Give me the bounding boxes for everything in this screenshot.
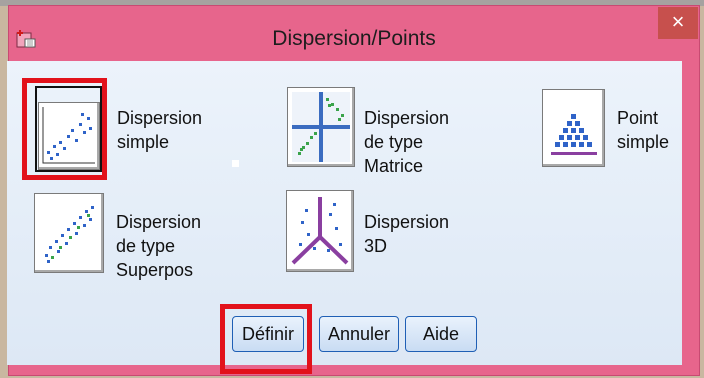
close-button[interactable]: × bbox=[658, 7, 698, 39]
dialog-title: Dispersion/Points bbox=[272, 27, 436, 50]
close-icon: × bbox=[671, 9, 685, 34]
simple-scatter-icon[interactable] bbox=[38, 102, 100, 170]
3d-scatter-icon[interactable] bbox=[286, 190, 354, 272]
stray-marker bbox=[232, 160, 239, 167]
cancel-button[interactable]: Annuler bbox=[319, 316, 399, 352]
help-button[interactable]: Aide bbox=[405, 316, 477, 352]
simple-dot-icon[interactable] bbox=[542, 89, 605, 167]
define-button[interactable]: Définir bbox=[232, 316, 304, 352]
option-label: Dispersion de type Superpos bbox=[116, 212, 202, 280]
option-label: Dispersion 3D bbox=[364, 212, 450, 256]
matrix-scatter-icon[interactable] bbox=[287, 87, 355, 167]
option-label: Dispersion de type Matrice bbox=[364, 108, 450, 176]
title-bar[interactable]: Dispersion/Points × bbox=[9, 6, 699, 62]
option-label: Point simple bbox=[617, 108, 670, 152]
overlay-scatter-icon[interactable] bbox=[34, 193, 104, 273]
option-label: Dispersion simple bbox=[117, 108, 203, 152]
